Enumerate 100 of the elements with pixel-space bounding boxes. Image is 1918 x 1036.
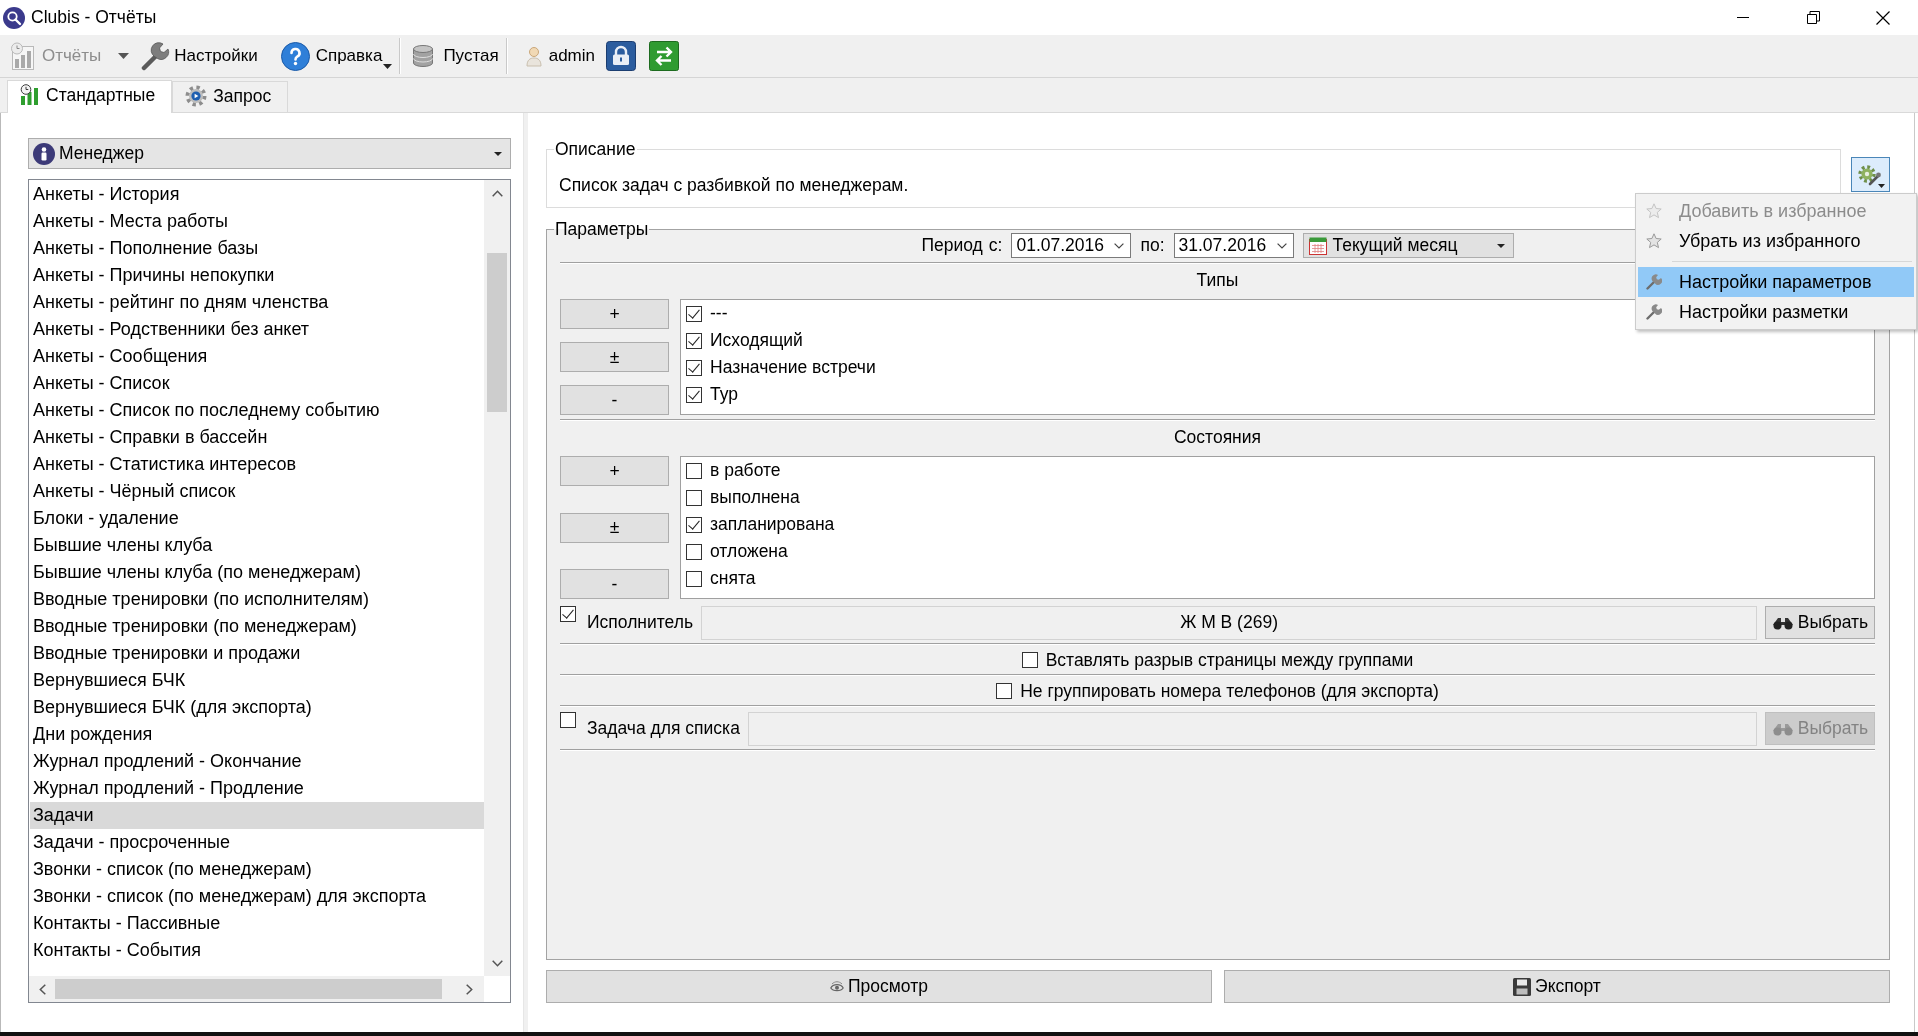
period-preset-dropdown[interactable]: Текущий месяц [1302,233,1514,258]
select-button[interactable]: ± [560,342,669,372]
vertical-scrollbar[interactable] [484,180,510,976]
checkbox[interactable] [686,516,702,533]
date-field[interactable]: 01.07.2016 [1011,233,1132,258]
report-list-item[interactable]: Анкеты - Причины непокупки [30,262,484,289]
report-list-item[interactable]: Вернувшиеся БЧК (для экспорта) [30,694,484,721]
select-button[interactable]: - [560,385,669,415]
select-button[interactable]: ± [560,512,669,543]
report-list-item[interactable]: Анкеты - Родственники без анкет [30,316,484,343]
section-heading: Состояния [1173,427,1262,447]
bar-chart-icon [10,42,36,70]
report-list-item[interactable]: Вернувшиеся БЧК [30,667,484,694]
caret-icon [1496,243,1505,248]
report-list-item[interactable]: Анкеты - Чёрный список [30,478,484,505]
chevron-left-icon[interactable] [39,983,46,995]
star-icon [1646,233,1662,249]
checkbox[interactable] [686,305,702,322]
minimize-icon [1737,17,1749,18]
report-list-item[interactable]: Анкеты - рейтинг по дням членства [30,289,484,316]
picker-field[interactable] [747,711,1757,746]
report-list-item[interactable]: Задачи - просроченные [30,829,484,856]
checkbox[interactable] [560,712,576,728]
window-title: Clubis - Отчёты [31,7,157,28]
checkbox[interactable] [686,489,702,506]
select-button[interactable]: + [560,299,669,329]
report-list-item[interactable]: Контакты - Пассивные [30,910,484,937]
checkbox[interactable] [686,332,702,349]
report-list-item[interactable]: Журнал продлений - Продление [30,775,484,802]
report-list-item[interactable]: Журнал продлений - Окончание [30,748,484,775]
help-button[interactable]: Справка [278,38,395,74]
report-list-item[interactable]: Бывшие члены клуба [30,532,484,559]
lock-button[interactable] [606,41,636,71]
checkbox-label: в работе [710,460,781,481]
date-field[interactable]: 31.07.2016 [1173,233,1294,258]
scrollbar-thumb[interactable] [487,253,507,412]
checkbox[interactable] [686,462,702,479]
checkbox[interactable] [686,359,702,376]
person-icon [33,142,55,165]
tab[interactable]: Стандартные [7,80,173,113]
exit-button[interactable] [649,41,679,71]
checkbox[interactable] [1021,652,1038,668]
settings-button[interactable]: Настройки [138,38,260,74]
horizontal-scrollbar[interactable] [29,976,484,1002]
chevron-down-icon [1114,242,1125,249]
report-list-item[interactable]: Контакты - События [30,937,484,964]
group-title: Параметры [554,219,650,239]
section-heading: Типы [1196,270,1239,290]
report-list-item[interactable]: Анкеты - История [30,181,484,208]
binoculars-icon [1771,615,1794,630]
report-list-item[interactable]: Звонки - список (по менеджерам) [30,856,484,883]
report-list-item[interactable]: Вводные тренировки и продажи [30,640,484,667]
report-group-dropdown[interactable]: Менеджер [28,138,511,169]
report-list-item[interactable]: Анкеты - Места работы [30,208,484,235]
chevron-up-icon[interactable] [491,190,503,197]
gear-icon [1856,162,1881,187]
report-list-item[interactable]: Дни рождения [30,721,484,748]
picker-field[interactable]: Ж М В (269) [701,605,1757,640]
report-list-item[interactable]: Анкеты - Список [30,370,484,397]
export-button[interactable]: Экспорт [1224,970,1890,1003]
select-button[interactable]: Выбрать [1765,606,1875,639]
report-list-item[interactable]: Задачи [30,802,484,829]
select-button[interactable]: - [560,569,669,599]
chevron-right-icon[interactable] [466,983,473,995]
wrench-icon [1646,274,1662,290]
chevron-down-icon[interactable] [491,960,503,967]
caret-icon[interactable] [118,53,130,59]
scrollbar-thumb[interactable] [55,979,442,999]
report-list-item[interactable]: Анкеты - Сообщения [30,343,484,370]
report-list-item[interactable]: Блоки - удаление [30,505,484,532]
from-label: с: [988,235,1003,256]
help-icon [280,41,310,71]
database-button[interactable]: Пустая [410,38,501,74]
report-list-item[interactable]: Вводные тренировки (по исполнителям) [30,586,484,613]
tab[interactable]: Запрос [172,81,289,112]
menu-item[interactable]: Убрать из избранного [1638,226,1914,256]
checkbox[interactable] [560,606,576,622]
menu-item[interactable]: Настройки параметров [1638,267,1914,297]
report-list-item[interactable]: Звонки - список (по менеджерам) для экспорта [30,883,484,910]
app-icon [3,6,25,29]
eye-icon [830,980,845,993]
checkbox[interactable] [686,570,702,587]
menu-item[interactable]: Настройки разметки [1638,297,1914,327]
preview-button[interactable]: Просмотр [546,970,1212,1003]
report-list-item[interactable]: Анкеты - Пополнение базы [30,235,484,262]
report-list-item[interactable]: Анкеты - Статистика интересов [30,451,484,478]
options-menu-button[interactable] [1851,157,1890,192]
bar-chart-icon [20,84,40,106]
arrows-icon [649,41,679,71]
checkbox[interactable] [996,683,1013,699]
star-icon [1646,203,1662,219]
wrench-icon [1646,304,1662,320]
checkbox[interactable] [686,386,702,403]
caret-icon [383,64,393,69]
select-button[interactable]: + [560,456,669,486]
report-list-item[interactable]: Вводные тренировки (по менеджерам) [30,613,484,640]
report-list-item[interactable]: Бывшие члены клуба (по менеджерам) [30,559,484,586]
report-list-item[interactable]: Анкеты - Справки в бассейн [30,424,484,451]
report-list-item[interactable]: Анкеты - Список по последнему событию [30,397,484,424]
checkbox[interactable] [686,543,702,560]
